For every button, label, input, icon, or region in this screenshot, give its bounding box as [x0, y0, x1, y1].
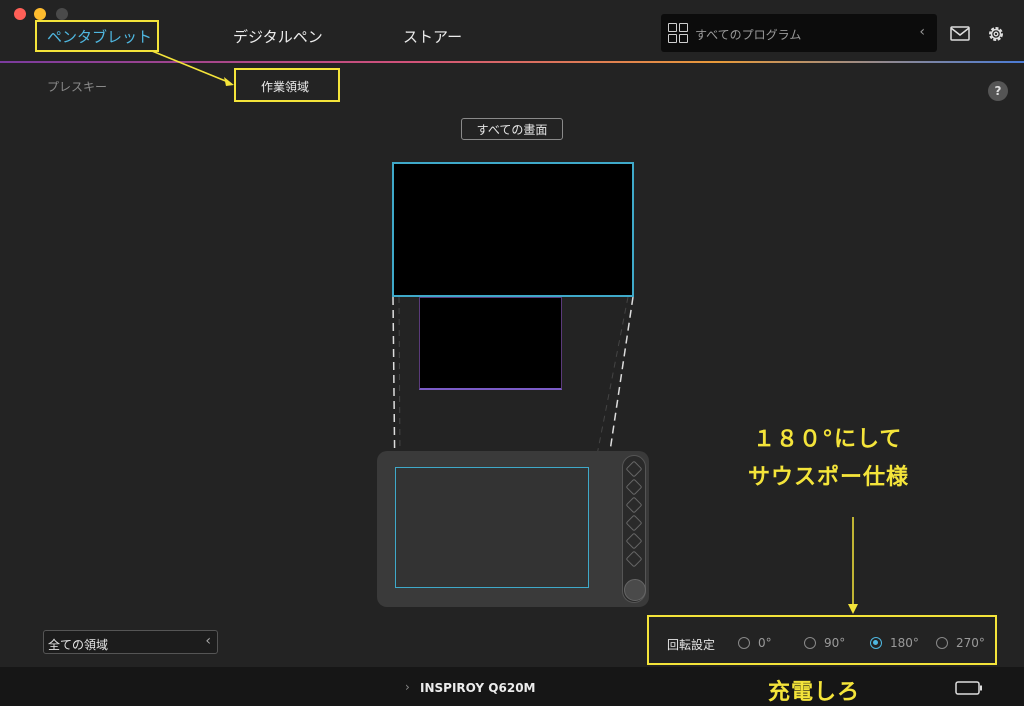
help-button[interactable]: ? — [988, 81, 1008, 101]
area-selector-value: 全ての領域 — [48, 638, 109, 652]
device-name[interactable]: INSPIROY Q620M — [420, 681, 535, 695]
battery-icon — [955, 681, 982, 695]
area-selector[interactable]: 全ての領域 ‹ — [43, 630, 218, 654]
monitor-secondary[interactable] — [419, 297, 562, 390]
chevron-right-icon: › — [405, 680, 410, 694]
annotation-rotation-line1: １８０°にして — [753, 427, 903, 452]
screen-selector-button[interactable]: すべての畫面 — [461, 118, 563, 140]
rotation-option-180-label: 180° — [890, 636, 919, 650]
chevron-left-icon: ‹ — [205, 633, 211, 649]
tablet-dial — [624, 579, 646, 601]
rotation-radio-270[interactable] — [936, 637, 948, 649]
tablet-active-area — [395, 467, 589, 588]
rotation-radio-0[interactable] — [738, 637, 750, 649]
rotation-option-0-label: 0° — [758, 636, 772, 650]
rotation-radio-180[interactable] — [870, 637, 882, 649]
annotation-rotation-line2: サウスポー仕様 — [748, 465, 910, 490]
rotation-option-270-label: 270° — [956, 636, 985, 650]
rotation-label: 回転設定 — [667, 638, 716, 652]
rotation-radio-90[interactable] — [804, 637, 816, 649]
monitor-primary[interactable] — [392, 162, 634, 297]
annotation-charge: 充電しろ — [768, 680, 861, 705]
rotation-option-90-label: 90° — [824, 636, 846, 650]
